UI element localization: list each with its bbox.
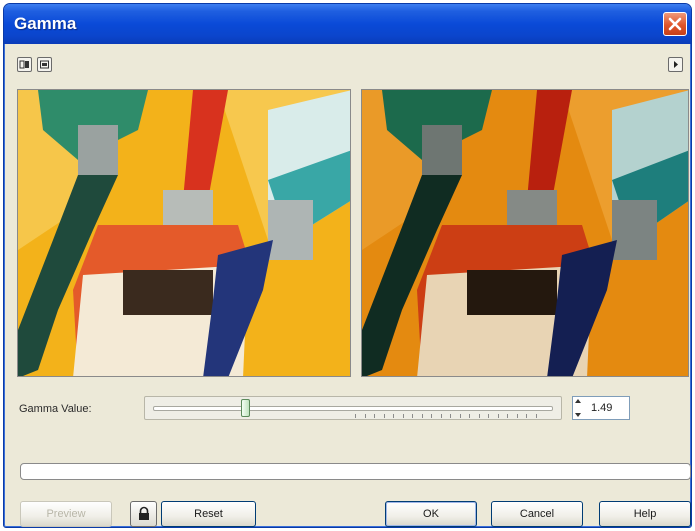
slider-tick (355, 414, 356, 418)
slider-tick (431, 414, 432, 418)
slider-tick (526, 414, 527, 418)
single-preview-button[interactable] (37, 57, 52, 72)
ok-button-label: OK (423, 508, 439, 520)
reset-button-label: Reset (194, 508, 223, 520)
slider-tick (497, 414, 499, 418)
slider-tick (402, 414, 404, 418)
lock-icon (138, 506, 149, 520)
slider-tick (478, 414, 480, 418)
slider-tick (374, 414, 375, 418)
expand-button[interactable] (668, 57, 683, 72)
slider-tick (516, 414, 518, 418)
cancel-button-label: Cancel (519, 508, 555, 520)
slider-tick (488, 414, 489, 418)
window-title: Gamma (14, 14, 77, 33)
slider-tick (383, 414, 385, 418)
slider-tick (364, 414, 366, 418)
slider-groove (153, 406, 553, 411)
adjusted-preview[interactable] (361, 89, 689, 377)
slider-tick (450, 414, 451, 418)
slider-thumb[interactable] (240, 399, 250, 417)
slider-tick (393, 414, 394, 418)
lock-button[interactable] (130, 501, 157, 527)
slider-tick (469, 414, 470, 418)
preview-button[interactable]: Preview (20, 501, 112, 527)
spin-down-icon[interactable] (574, 412, 582, 418)
slider-tick (421, 414, 423, 418)
help-button[interactable]: Help (599, 501, 691, 527)
spin-up-icon[interactable] (574, 398, 582, 404)
close-icon (668, 17, 682, 31)
dual-preview-button[interactable] (17, 57, 32, 72)
reset-button[interactable]: Reset (161, 501, 256, 527)
slider-tick (507, 414, 508, 418)
slider-tick (412, 414, 413, 418)
help-button-label: Help (633, 508, 657, 520)
single-preview-icon (40, 60, 49, 69)
title-bar[interactable]: Gamma (4, 4, 691, 44)
dual-preview-icon (19, 60, 29, 69)
gamma-value-label: Gamma Value: (19, 403, 92, 415)
slider-tick (440, 414, 442, 418)
original-preview[interactable] (17, 89, 351, 377)
gamma-value-text: 1.49 (591, 402, 613, 414)
expand-arrow-icon (674, 61, 678, 68)
cancel-button[interactable]: Cancel (491, 501, 583, 527)
slider-tick (459, 414, 461, 418)
ok-button[interactable]: OK (385, 501, 477, 527)
gamma-slider[interactable] (144, 396, 562, 420)
gamma-dialog: Gamma Gamma Value: 1.49 Preview Reset OK… (3, 3, 692, 528)
close-button[interactable] (663, 12, 687, 36)
preview-button-label: Preview (46, 508, 86, 520)
spin-arrows[interactable] (574, 398, 584, 418)
slider-tick (535, 414, 537, 418)
progress-bar (20, 463, 691, 480)
